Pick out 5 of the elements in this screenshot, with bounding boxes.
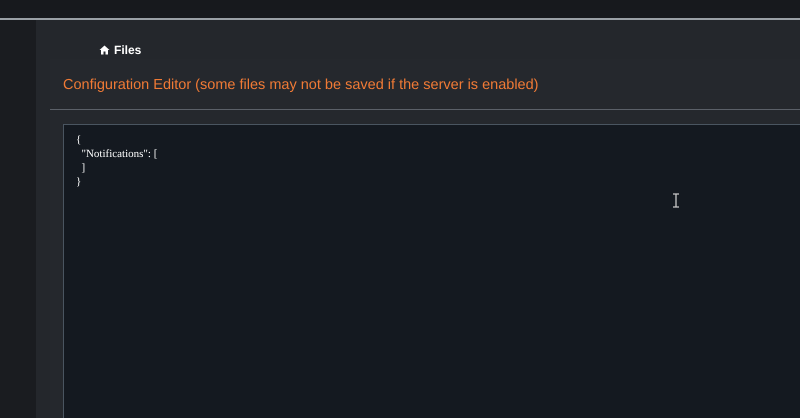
code-editor[interactable]: { "Notifications": [ ] }: [63, 124, 800, 418]
page-title: Configuration Editor (some files may not be saved if the server is enabled): [50, 59, 800, 110]
text-cursor-icon: [672, 192, 680, 208]
breadcrumb-link[interactable]: Files: [99, 41, 142, 59]
home-icon: [99, 45, 110, 55]
